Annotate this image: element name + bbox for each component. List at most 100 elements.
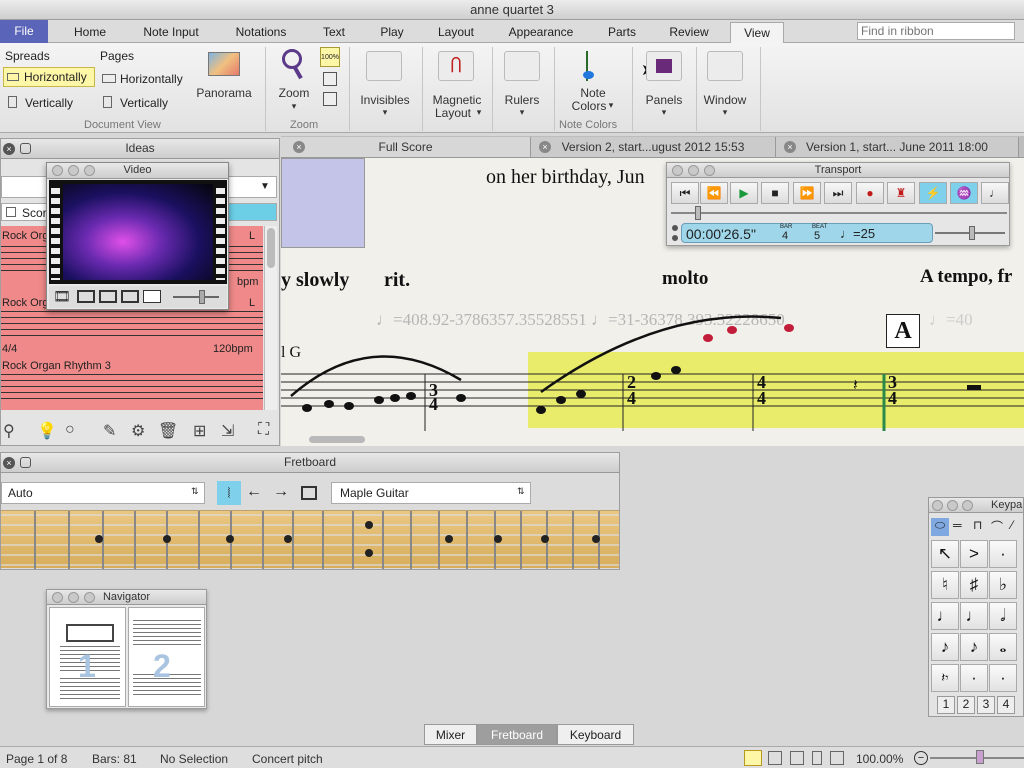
lightbulb-off-icon[interactable]: ○ bbox=[65, 421, 75, 439]
ideas-scrollbar[interactable] bbox=[264, 226, 277, 410]
window-minimize-icon[interactable] bbox=[68, 165, 79, 176]
zoom-width-icon[interactable] bbox=[323, 92, 337, 106]
close-tab-icon[interactable]: × bbox=[293, 141, 305, 153]
keypad-dot-key[interactable]: · bbox=[960, 664, 988, 692]
spreads-view-icon[interactable] bbox=[744, 750, 762, 766]
tab-note-input[interactable]: Note Input bbox=[132, 22, 210, 43]
zoom-chevron-icon[interactable]: ▾ bbox=[286, 101, 302, 112]
metronome-button[interactable]: ♩ bbox=[981, 182, 1009, 204]
keypad-flat-key[interactable]: ♭ bbox=[989, 571, 1017, 599]
tab-appearance[interactable]: Appearance bbox=[500, 22, 582, 43]
pen-icon[interactable]: ✎ bbox=[103, 421, 116, 441]
tab-text[interactable]: Text bbox=[310, 22, 358, 43]
keypad-sixteenth-key[interactable]: ♪ bbox=[931, 633, 959, 661]
keypad-tab-more-icon[interactable]: ═ bbox=[953, 518, 962, 532]
ideas-dropdown-chevron-icon[interactable]: ▼ bbox=[255, 177, 275, 197]
magnetic-layout-label[interactable]: Layout bbox=[426, 106, 480, 120]
keypad-half-note-key[interactable]: ♩ bbox=[960, 602, 988, 630]
panels-icon[interactable] bbox=[646, 51, 682, 81]
tab-keyboard[interactable]: Keyboard bbox=[557, 724, 634, 745]
window-minimize-icon[interactable] bbox=[947, 500, 958, 511]
tab-mixer[interactable]: Mixer bbox=[424, 724, 477, 745]
magnet-icon[interactable]: Ⴖ bbox=[438, 51, 474, 81]
voice-1-button[interactable]: 1 bbox=[937, 696, 955, 714]
panorama-view-icon[interactable] bbox=[830, 751, 844, 765]
zoom-slider-thumb[interactable] bbox=[976, 750, 984, 764]
invisibles-chevron-icon[interactable]: ▾ bbox=[378, 107, 392, 118]
rewind-to-start-button[interactable]: ⏮ bbox=[671, 182, 699, 204]
fast-forward-button[interactable]: ⏩ bbox=[793, 182, 821, 204]
invisibles-icon[interactable] bbox=[366, 51, 402, 81]
tempo-slider-thumb[interactable] bbox=[969, 226, 975, 240]
note-colors-button[interactable]: Note bbox=[566, 86, 620, 100]
keypad-quarter-note-key[interactable]: ♩ bbox=[931, 602, 959, 630]
navigator-viewport[interactable] bbox=[66, 624, 114, 642]
window-close-icon[interactable] bbox=[672, 165, 683, 176]
window-chevron-icon[interactable]: ▾ bbox=[718, 107, 732, 118]
tab-notations[interactable]: Notations bbox=[222, 22, 300, 43]
keypad-select-key[interactable]: ↖ bbox=[931, 540, 959, 568]
voice-4-button[interactable]: 4 bbox=[997, 696, 1015, 714]
close-tab-icon[interactable]: × bbox=[784, 141, 796, 153]
keypad-accent-key[interactable]: > bbox=[960, 540, 988, 568]
ideas-float-icon[interactable] bbox=[20, 143, 31, 154]
keypad-eighth-key[interactable]: ♪ bbox=[960, 633, 988, 661]
record-button[interactable]: ● bbox=[856, 182, 884, 204]
tab-home[interactable]: Home bbox=[60, 22, 120, 43]
instrument-select[interactable]: Maple Guitar bbox=[331, 482, 531, 504]
keypad-extra-key[interactable]: · bbox=[989, 664, 1017, 692]
tab-version-2[interactable]: Version 2, start...ugust 2012 15:53 bbox=[531, 137, 776, 157]
playback-position-thumb[interactable] bbox=[695, 206, 701, 220]
tab-fretboard[interactable]: Fretboard bbox=[477, 724, 557, 745]
navigator-page[interactable]: 1 bbox=[49, 607, 126, 707]
video-volume-thumb[interactable] bbox=[199, 290, 205, 304]
keypad-rest-key[interactable]: 𝄽𝄾 bbox=[931, 664, 959, 692]
pages-view-icon[interactable] bbox=[768, 751, 782, 765]
window-icon[interactable] bbox=[707, 51, 743, 81]
zoom-page-icon[interactable] bbox=[323, 72, 337, 86]
zoom-magnifier-icon[interactable] bbox=[282, 49, 302, 69]
window-close-icon[interactable] bbox=[932, 500, 943, 511]
arrow-left-icon[interactable]: ← bbox=[246, 483, 262, 501]
zoom-button[interactable]: Zoom bbox=[272, 86, 316, 100]
tab-play[interactable]: Play bbox=[368, 22, 416, 43]
window-zoom-icon[interactable] bbox=[84, 592, 95, 603]
search-icon[interactable]: ⚲ bbox=[3, 421, 15, 441]
score-horizontal-scrollbar[interactable] bbox=[309, 436, 365, 443]
arrow-right-icon[interactable]: → bbox=[273, 483, 289, 501]
tab-version-1[interactable]: Version 1, start... June 2011 18:00 bbox=[776, 137, 1019, 157]
keypad-tab-beams-icon[interactable]: ⊓ bbox=[973, 518, 982, 532]
video-size-full-icon[interactable] bbox=[143, 290, 161, 303]
close-tab-icon[interactable]: × bbox=[539, 141, 551, 153]
magnetic-chevron-icon[interactable]: ▾ bbox=[474, 107, 484, 118]
rulers-chevron-icon[interactable]: ▾ bbox=[515, 107, 529, 118]
ideas-scroll-thumb[interactable] bbox=[267, 228, 275, 268]
playback-position-slider[interactable] bbox=[671, 212, 1007, 214]
film-icon[interactable]: 🎞 bbox=[53, 288, 71, 305]
window-close-icon[interactable] bbox=[52, 592, 63, 603]
keypad-tab-articulations-icon[interactable]: ⌒ bbox=[991, 518, 1003, 535]
zoom-100-icon[interactable]: 100% bbox=[320, 47, 340, 67]
rewind-button[interactable]: ⏪ bbox=[700, 182, 728, 204]
video-size-small-icon[interactable] bbox=[77, 290, 95, 303]
rulers-icon[interactable] bbox=[504, 51, 540, 81]
note-colors-chevron-icon[interactable]: ▾ bbox=[606, 100, 616, 111]
window-button[interactable]: Window bbox=[700, 93, 750, 107]
list-item[interactable]: Rock Organ Rhythm 3 bbox=[1, 354, 263, 410]
window-minimize-icon[interactable] bbox=[68, 592, 79, 603]
fretboard-window-icon[interactable] bbox=[301, 486, 317, 500]
mixer-button[interactable]: ♒ bbox=[950, 182, 978, 204]
keypad-staccato-key[interactable]: · bbox=[989, 540, 1017, 568]
lightbulb-icon[interactable]: 💡 bbox=[37, 421, 57, 441]
tab-parts[interactable]: Parts bbox=[598, 22, 646, 43]
window-close-icon[interactable] bbox=[52, 165, 63, 176]
invisibles-button[interactable]: Invisibles bbox=[354, 93, 416, 107]
keypad-breve-key[interactable]: 𝅝 bbox=[989, 633, 1017, 661]
fretboard-mode-select[interactable]: Auto bbox=[1, 482, 205, 504]
trash-icon[interactable]: 🗑 bbox=[158, 421, 178, 441]
keypad-tab-accidentals-icon[interactable]: ⁄ bbox=[1011, 518, 1013, 532]
tab-review[interactable]: Review bbox=[660, 22, 718, 43]
ideas-close-icon[interactable]: × bbox=[3, 143, 15, 155]
window-zoom-icon[interactable] bbox=[84, 165, 95, 176]
panorama-icon[interactable] bbox=[208, 52, 240, 76]
